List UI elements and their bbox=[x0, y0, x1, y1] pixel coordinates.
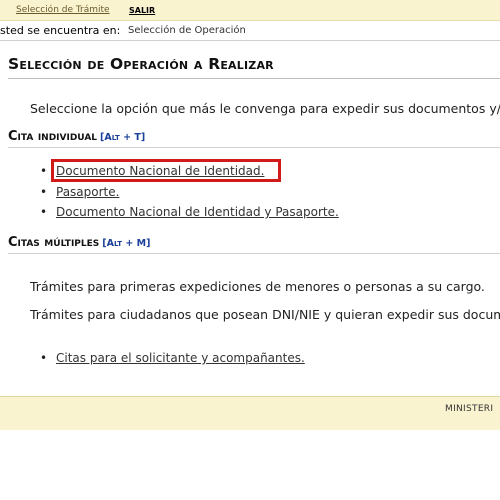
multiples-paragraph-menores: Trámites para primeras expediciones de m… bbox=[30, 279, 485, 294]
shortcut-hint-alt-m: [Alt + M] bbox=[102, 238, 151, 249]
section-divider-multiples bbox=[8, 253, 500, 254]
section-heading-citas-multiples: Citas múltiples [Alt + M] bbox=[8, 235, 150, 250]
option-link-dni-y-pasaporte[interactable]: Documento Nacional de Identidad y Pasapo… bbox=[56, 205, 339, 219]
section-divider-individual bbox=[8, 147, 500, 148]
option-link-solicitante-acompanantes[interactable]: Citas para el solicitante y acompañantes… bbox=[56, 351, 305, 365]
bullet-icon: • bbox=[40, 164, 48, 178]
option-link-pasaporte[interactable]: Pasaporte. bbox=[56, 185, 119, 199]
bullet-icon: • bbox=[40, 205, 48, 219]
location-breadcrumb: Usted se encuentra en: Selección de Oper… bbox=[0, 22, 500, 41]
multiples-paragraph-dni-nie: Trámites para ciudadanos que posean DNI/… bbox=[30, 307, 500, 322]
top-nav-bar: Selección de Trámite SALIR bbox=[0, 0, 500, 21]
shortcut-hint-alt-t: [Alt + T] bbox=[100, 132, 146, 143]
nav-link-seleccion-tramite[interactable]: Selección de Trámite bbox=[16, 5, 110, 15]
footer-text: MINISTERI bbox=[445, 404, 494, 414]
nav-link-salir[interactable]: SALIR bbox=[129, 6, 155, 15]
bullet-icon: • bbox=[40, 351, 48, 365]
intro-text: Seleccione la opción que más le convenga… bbox=[30, 101, 500, 116]
footer-bar: MINISTERI bbox=[0, 396, 500, 430]
highlight-box bbox=[51, 159, 281, 182]
section-heading-label: Citas múltiples bbox=[8, 235, 100, 250]
location-label: Usted se encuentra en: bbox=[0, 24, 121, 37]
page: Selección de Trámite SALIR Usted se encu… bbox=[0, 0, 500, 500]
bullet-icon: • bbox=[40, 184, 48, 199]
location-value: Selección de Operación bbox=[128, 25, 246, 36]
section-heading-cita-individual: Cita individual [Alt + T] bbox=[8, 129, 145, 144]
section-heading-label: Cita individual bbox=[8, 129, 98, 144]
page-title: Selección de Operación a Realizar bbox=[8, 55, 274, 73]
title-divider bbox=[8, 78, 500, 79]
